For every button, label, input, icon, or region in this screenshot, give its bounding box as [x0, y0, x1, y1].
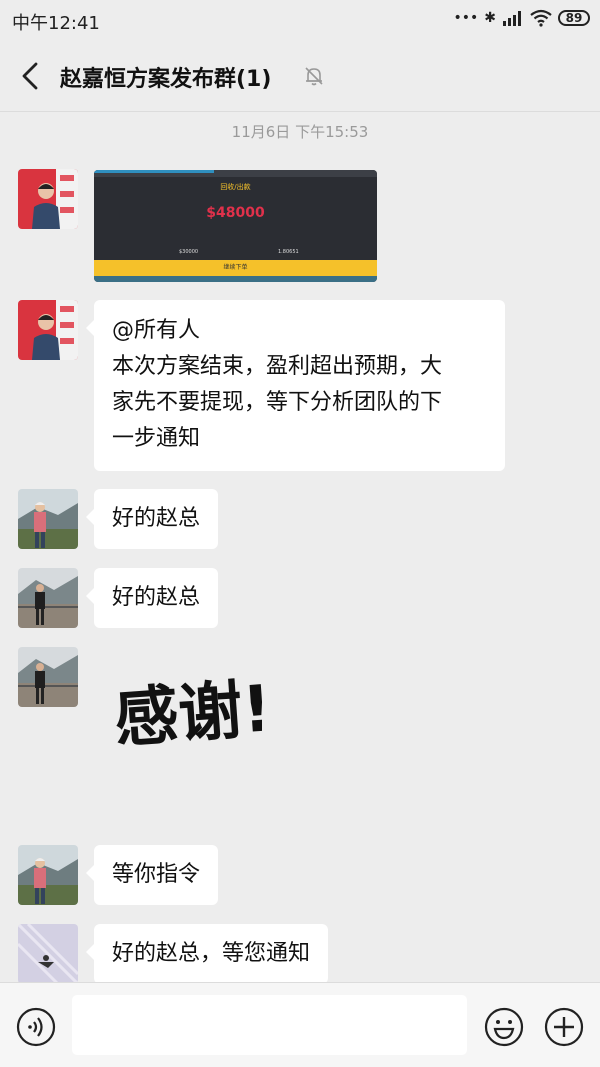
message-line: 家先不要提现，等下分析团队的下 [112, 390, 443, 415]
avatar[interactable] [18, 924, 78, 984]
status-time: 中午12:41 [12, 13, 100, 34]
plus-icon[interactable] [544, 1007, 584, 1047]
mute-bell-icon [305, 67, 323, 86]
avatar[interactable] [18, 647, 78, 707]
status-bar: 中午12:41 ••• ✱ 89 [0, 0, 600, 40]
message-bubble[interactable]: 好的赵总 [85, 568, 219, 628]
message-line: @所有人 [112, 318, 201, 343]
bluetooth-icon: ✱ [484, 10, 496, 26]
chat-header: 赵嘉恒方案发布群(1) [0, 40, 600, 112]
message-timestamp: 11月6日 下午15:53 [231, 123, 369, 141]
image-left-value: $30000 [179, 249, 199, 255]
avatar[interactable] [18, 169, 78, 229]
message-input[interactable] [72, 995, 467, 1055]
back-arrow-icon[interactable] [18, 60, 44, 92]
input-bar [0, 982, 600, 1067]
sticker-text: 感谢! [112, 672, 262, 757]
message-line: 一步通知 [112, 426, 201, 451]
chat-title: 赵嘉恒方案发布群(1) [60, 67, 272, 92]
avatar[interactable] [18, 568, 78, 628]
avatar[interactable] [18, 489, 78, 549]
image-title: 回收/出款 [220, 183, 251, 191]
status-icons: ••• ✱ 89 [453, 9, 590, 27]
voice-input-icon[interactable] [16, 1007, 56, 1047]
more-dots-icon: ••• [453, 10, 479, 26]
message-bubble[interactable]: 等你指令 [85, 845, 219, 905]
image-button: 继续下单 [94, 260, 377, 276]
avatar[interactable] [18, 300, 78, 360]
battery-indicator: 89 [558, 10, 590, 26]
thanks-sticker[interactable]: 感谢! [112, 658, 262, 758]
emoji-icon[interactable] [484, 1007, 524, 1047]
signal-icon [503, 11, 521, 26]
message-bubble[interactable]: 好的赵总 [85, 489, 219, 549]
image-right-value: 1.80651 [278, 249, 299, 255]
avatar[interactable] [18, 845, 78, 905]
image-amount: $48000 [206, 205, 265, 221]
wifi-icon [530, 9, 552, 27]
message-bubble[interactable]: 好的赵总，等您通知 [85, 924, 329, 984]
image-message[interactable]: 回收/出款 $48000 $30000 1.80651 继续下单 [94, 170, 377, 282]
message-line: 本次方案结束，盈利超出预期，大 [112, 354, 443, 379]
message-bubble[interactable]: @所有人 本次方案结束，盈利超出预期，大 家先不要提现，等下分析团队的下 一步通… [86, 300, 505, 471]
